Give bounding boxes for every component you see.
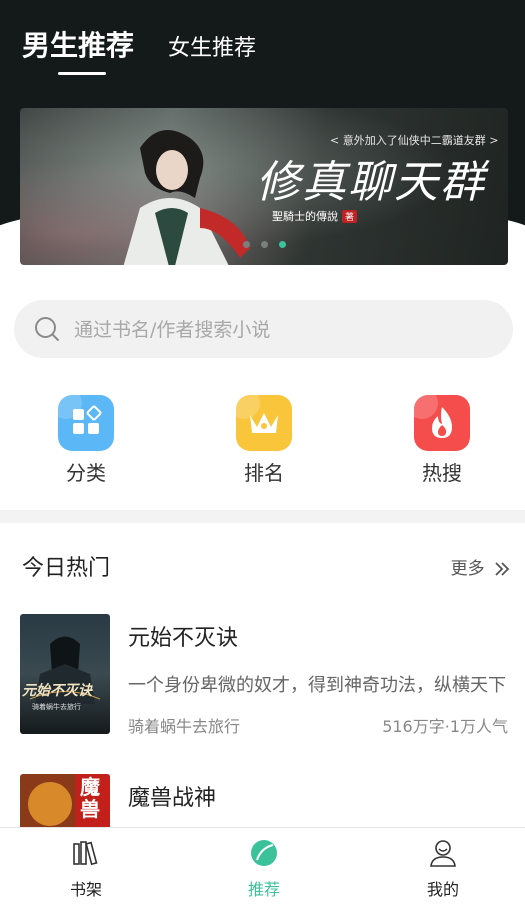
nav-recommend[interactable]: 推荐 <box>214 838 314 900</box>
banner-author: 聖騎士的傳說著 <box>272 208 358 224</box>
quick-link-hot-search[interactable]: 热搜 <box>387 395 497 486</box>
quick-links: 分类 排名 热搜 <box>0 395 525 490</box>
recommend-icon <box>251 840 277 866</box>
quick-link-label: 排名 <box>244 461 284 485</box>
promo-banner[interactable]: < 意外加入了仙侠中二霸道友群 > 修真聊天群 聖騎士的傳說著 <box>20 108 508 265</box>
banner-author-tag: 著 <box>342 210 358 223</box>
nav-label: 书架 <box>69 880 102 899</box>
nav-profile[interactable]: 我的 <box>393 838 493 900</box>
crown-icon <box>236 395 292 451</box>
tab-male-recommend[interactable]: 男生推荐 <box>22 24 134 64</box>
book-title[interactable]: 魔兽战神 <box>128 780 216 812</box>
more-link[interactable]: 更多 <box>451 554 510 579</box>
book-author: 骑着蜗牛去旅行 <box>128 717 241 736</box>
bottom-navigation: 书架 推荐 我的 <box>0 827 525 904</box>
nav-label: 我的 <box>426 880 459 899</box>
search-bar[interactable] <box>14 300 513 358</box>
book-stats: 516万字·1万人气 <box>382 717 508 736</box>
double-chevron-right-icon <box>495 562 510 576</box>
book-title[interactable]: 元始不灭诀 <box>128 620 238 652</box>
quick-link-label: 热搜 <box>422 461 462 485</box>
hot-section-header: 今日热门 更多 <box>22 550 510 581</box>
banner-author-name: 聖騎士的傳說 <box>272 210 338 223</box>
bookshelf-icon <box>73 841 98 866</box>
section-divider <box>0 510 525 523</box>
book-cover-title: 魔兽 <box>80 775 100 821</box>
tab-female-recommend[interactable]: 女生推荐 <box>168 30 256 62</box>
quick-link-ranking[interactable]: 排名 <box>209 395 319 486</box>
nav-label: 推荐 <box>247 880 280 899</box>
book-description: 一个身份卑微的奴才，得到神奇功法，纵横天下 <box>128 675 506 696</box>
quick-link-category[interactable]: 分类 <box>31 395 141 486</box>
active-tab-indicator <box>58 72 106 75</box>
book-cover-title: 元始不灭诀 <box>22 683 92 699</box>
banner-dot[interactable] <box>243 241 250 248</box>
book-cover-author: 骑着蜗牛去旅行 <box>32 703 81 711</box>
book-cover[interactable]: 元始不灭诀 骑着蜗牛去旅行 <box>20 614 110 734</box>
search-icon <box>35 317 59 341</box>
category-icon <box>58 395 114 451</box>
banner-title: 修真聊天群 <box>256 157 486 208</box>
flame-icon <box>414 395 470 451</box>
banner-dot-active[interactable] <box>279 241 286 248</box>
book-item[interactable]: 元始不灭诀 骑着蜗牛去旅行 元始不灭诀 一个身份卑微的奴才，得到神奇功法，纵横天… <box>20 614 510 736</box>
hot-section-title: 今日热门 <box>22 556 111 581</box>
nav-bookshelf[interactable]: 书架 <box>36 838 136 900</box>
banner-character-illustration <box>123 130 250 265</box>
quick-link-label: 分类 <box>66 461 106 485</box>
banner-dot[interactable] <box>261 241 268 248</box>
search-input[interactable] <box>72 310 496 350</box>
more-label: 更多 <box>450 559 485 579</box>
profile-icon <box>430 840 456 867</box>
